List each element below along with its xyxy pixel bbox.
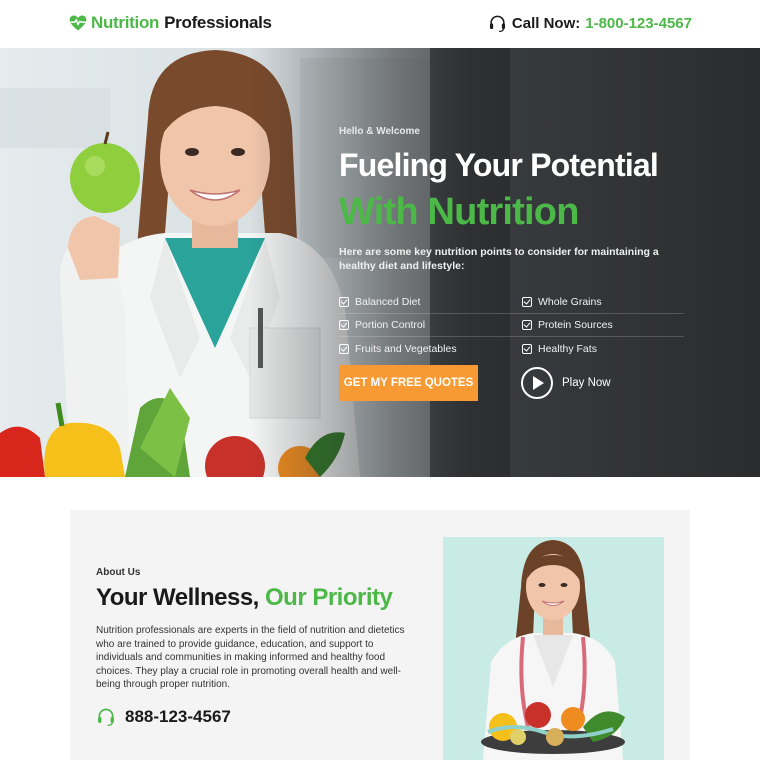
list-item: Healthy Fats (522, 337, 684, 360)
nutrition-points-list: Balanced Diet Whole Grains Portion Contr… (339, 291, 684, 360)
hero-headline-line2: With Nutrition (339, 191, 579, 233)
list-item: Portion Control (339, 314, 522, 337)
nutritionist-with-vegetables-image (443, 537, 664, 760)
point-label: Protein Sources (538, 319, 613, 331)
point-label: Portion Control (355, 319, 426, 331)
about-title-part2: Our Priority (265, 584, 393, 611)
hero-content: Hello & Welcome Fueling Your Potential W… (339, 126, 684, 360)
call-number-link[interactable]: 1-800-123-4567 (585, 15, 692, 32)
about-phone[interactable]: 888-123-4567 (96, 707, 231, 727)
checkbox-icon (522, 343, 532, 354)
about-phone-number[interactable]: 888-123-4567 (125, 707, 231, 727)
hero-greeting: Hello & Welcome (339, 126, 420, 137)
hero-description: Here are some key nutrition points to co… (339, 246, 659, 272)
checkbox-icon (522, 297, 532, 307)
list-item: Balanced Diet (339, 291, 522, 314)
logo-text-secondary: Professionals (164, 13, 272, 32)
get-free-quotes-button[interactable]: GET MY FREE QUOTES (339, 365, 478, 401)
checkbox-icon (339, 297, 349, 307)
hero-actions: GET MY FREE QUOTES Play Now (339, 365, 611, 401)
call-label: Call Now: (511, 15, 581, 32)
about-section: About Us Your Wellness, Our Priority Nut… (70, 510, 690, 760)
checkbox-icon (339, 320, 349, 330)
logo[interactable]: Nutrition Professionals (68, 13, 272, 33)
headset-icon (489, 15, 505, 33)
header-call[interactable]: Call Now: 1-800-123-4567 (488, 14, 692, 33)
site-header: Nutrition Professionals Call Now: 1-800-… (0, 0, 760, 48)
about-nutritionist-photo (443, 537, 664, 760)
list-item: Fruits and Vegetables (339, 337, 522, 360)
list-item: Whole Grains (522, 291, 684, 314)
about-title-part1: Your Wellness, (96, 584, 259, 611)
heart-pulse-icon (69, 15, 87, 31)
hero-section: Hello & Welcome Fueling Your Potential W… (0, 48, 760, 477)
play-now-label: Play Now (562, 377, 611, 389)
play-icon[interactable] (521, 367, 553, 399)
about-body: Nutrition professionals are experts in t… (96, 625, 405, 690)
point-label: Balanced Diet (355, 296, 421, 308)
point-label: Fruits and Vegetables (355, 342, 457, 355)
about-title: Your Wellness, Our Priority (96, 584, 393, 612)
checkbox-icon (339, 343, 349, 354)
point-label: Healthy Fats (538, 342, 597, 355)
play-now-button[interactable]: Play Now (521, 367, 611, 399)
point-label: Whole Grains (538, 296, 602, 308)
headset-icon (98, 708, 114, 726)
logo-text-primary: Nutrition (91, 13, 160, 32)
list-item: Protein Sources (522, 314, 684, 337)
about-eyebrow: About Us (96, 567, 141, 578)
hero-headline-line1: Fueling Your Potential (339, 147, 659, 183)
checkbox-icon (522, 320, 532, 330)
